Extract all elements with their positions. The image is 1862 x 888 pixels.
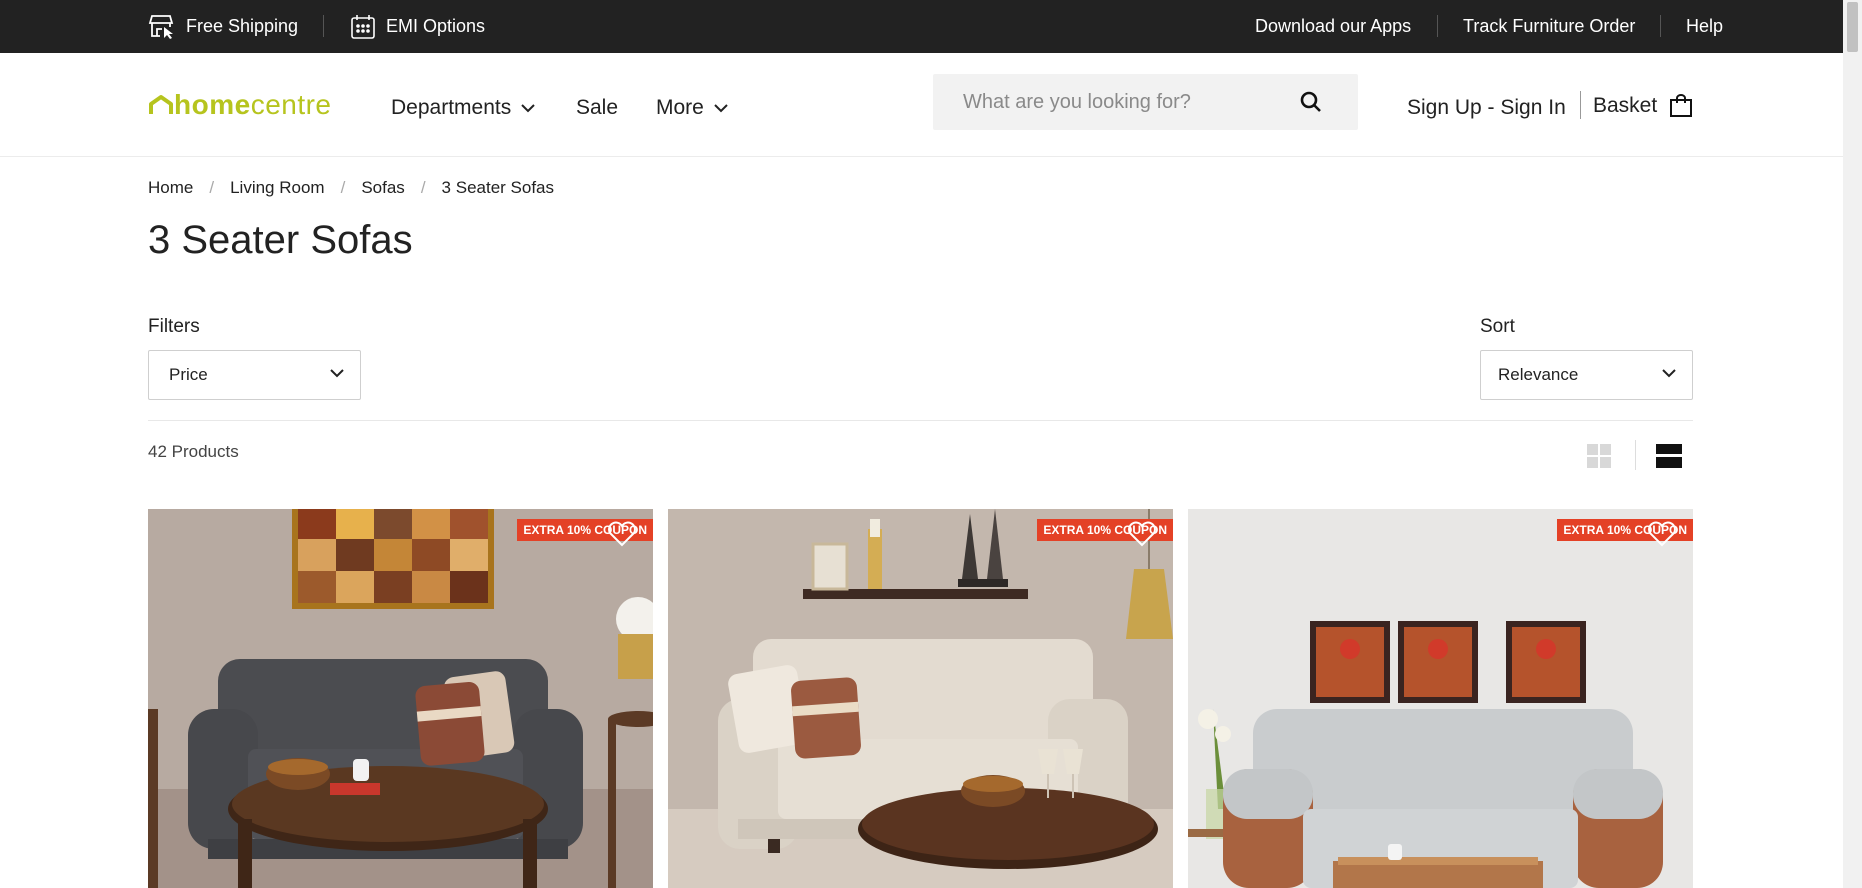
- breadcrumb-separator: /: [340, 178, 346, 197]
- page-scrollbar[interactable]: [1843, 0, 1862, 888]
- heart-icon[interactable]: [1647, 521, 1677, 547]
- product-image: [668, 509, 1173, 888]
- shopping-bag-icon: [1670, 94, 1693, 117]
- free-shipping-label: Free Shipping: [186, 16, 299, 36]
- product-card[interactable]: EXTRA 10% COUPON: [1188, 509, 1693, 888]
- sort-label: Sort: [1480, 316, 1515, 337]
- search-box: [933, 74, 1358, 130]
- track-order-label: Track Furniture Order: [1463, 16, 1636, 36]
- product-card[interactable]: EXTRA 10% COUPON: [668, 509, 1173, 888]
- download-apps-link[interactable]: Download our Apps: [1255, 0, 1411, 53]
- chevron-down-icon: [330, 369, 344, 378]
- product-card[interactable]: EXTRA 10% COUPON: [148, 509, 653, 888]
- page-title: 3 Seater Sofas: [148, 218, 413, 262]
- filters-label: Filters: [148, 316, 200, 337]
- calendar-icon: [351, 14, 375, 39]
- price-filter-label: Price: [169, 365, 208, 384]
- product-count: 42 Products: [148, 442, 239, 461]
- product-image: [1188, 509, 1693, 888]
- header-divider: [1580, 91, 1581, 119]
- breadcrumb-sofas[interactable]: Sofas: [361, 178, 404, 198]
- store-icon: [148, 14, 174, 39]
- breadcrumb-current: 3 Seater Sofas: [441, 178, 555, 197]
- top-bar: Free Shipping EMI Options Download our A…: [0, 0, 1843, 53]
- topbar-divider: [1437, 15, 1438, 37]
- help-label: Help: [1686, 16, 1724, 36]
- page: Free Shipping EMI Options Download our A…: [0, 0, 1862, 888]
- emi-options-link[interactable]: EMI Options: [350, 0, 485, 53]
- signin-label: Sign Up - Sign In: [1407, 96, 1566, 119]
- nav-more-label: More: [656, 96, 704, 119]
- sort-dropdown[interactable]: Relevance: [1480, 350, 1693, 400]
- scrollbar-thumb[interactable]: [1847, 2, 1858, 52]
- basket-label: Basket: [1593, 94, 1658, 117]
- search-icon[interactable]: [1300, 91, 1322, 113]
- heart-icon[interactable]: [607, 521, 637, 547]
- product-image: [148, 509, 653, 888]
- search-input[interactable]: [963, 74, 1293, 130]
- help-link[interactable]: Help: [1686, 0, 1723, 53]
- list-view-icon[interactable]: [1656, 444, 1682, 468]
- nav-sale[interactable]: Sale: [576, 91, 618, 125]
- nav-departments[interactable]: Departments: [391, 91, 535, 125]
- logo-text-centre: centre: [250, 89, 332, 120]
- sort-value: Relevance: [1498, 365, 1579, 384]
- grid-view-icon[interactable]: [1587, 444, 1611, 468]
- filter-divider: [148, 420, 1693, 421]
- breadcrumb: Home / Living Room / Sofas / 3 Seater So…: [148, 178, 554, 198]
- homecentre-logo[interactable]: home centre: [148, 89, 332, 120]
- chevron-down-icon: [1662, 369, 1676, 378]
- breadcrumb-separator: /: [420, 178, 426, 197]
- basket-link[interactable]: Basket: [1593, 89, 1693, 123]
- chevron-down-icon: [521, 103, 535, 112]
- nav-more[interactable]: More: [656, 91, 728, 125]
- download-apps-label: Download our Apps: [1255, 16, 1412, 36]
- emi-options-label: EMI Options: [386, 16, 486, 36]
- topbar-divider: [323, 15, 324, 37]
- logo-text-home: home: [174, 89, 251, 120]
- breadcrumb-living-room[interactable]: Living Room: [230, 178, 325, 198]
- price-filter-dropdown[interactable]: Price: [148, 350, 361, 400]
- breadcrumb-home[interactable]: Home: [148, 178, 193, 198]
- topbar-divider: [1660, 15, 1661, 37]
- chevron-down-icon: [714, 103, 728, 112]
- track-order-link[interactable]: Track Furniture Order: [1463, 0, 1635, 53]
- house-roof-icon: [149, 95, 173, 114]
- heart-icon[interactable]: [1127, 521, 1157, 547]
- view-toggle-divider: [1635, 440, 1636, 470]
- nav-departments-label: Departments: [391, 96, 512, 119]
- signin-link[interactable]: Sign Up - Sign In: [1407, 91, 1566, 125]
- breadcrumb-separator: /: [209, 178, 215, 197]
- main-header: home centre Departments Sale More Sign U…: [0, 53, 1843, 157]
- nav-sale-label: Sale: [576, 96, 619, 119]
- free-shipping-link[interactable]: Free Shipping: [148, 0, 298, 53]
